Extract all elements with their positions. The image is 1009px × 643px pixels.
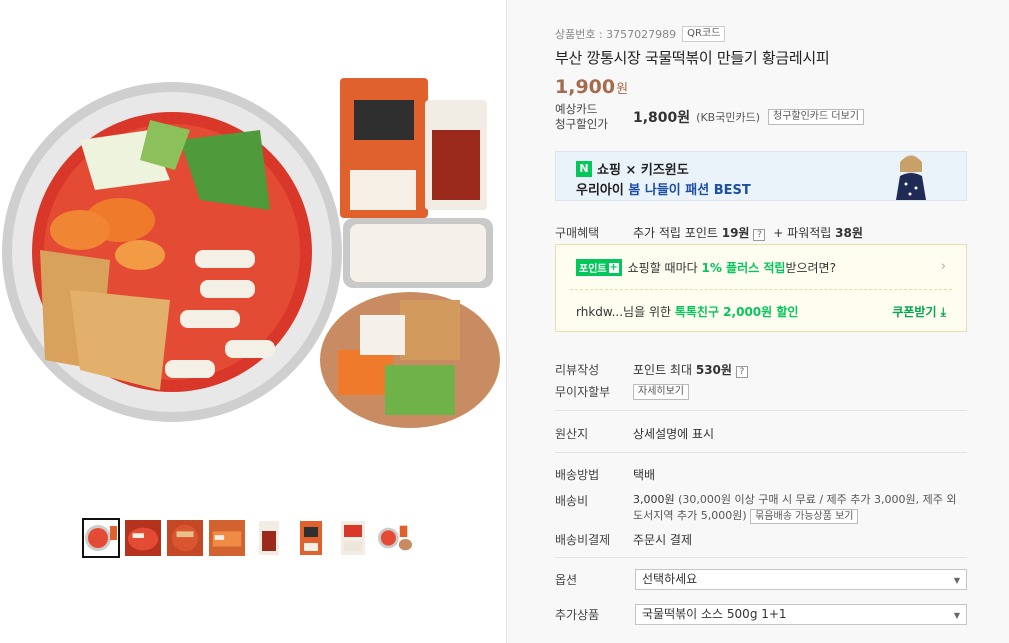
origin-value: 상세설명에 표시 bbox=[633, 427, 715, 441]
promo-banner[interactable]: N 쇼핑 × 키즈윈도 우리아이 봄 나들이 패션 BEST bbox=[555, 151, 967, 201]
benefit-text-mid: + 파워적립 bbox=[769, 226, 836, 240]
kid-model-image bbox=[896, 155, 926, 200]
thumbnail-3[interactable] bbox=[166, 518, 204, 558]
product-info-panel: 상품번호 : 3757027989 QR코드 부산 깡통시장 국물떡볶이 만들기… bbox=[506, 0, 1009, 643]
benefit-points: 19원 bbox=[721, 226, 750, 240]
benefit-value: 추가 적립 포인트 19원? + 파워적립 38원 bbox=[633, 224, 863, 241]
benefit-text-prefix: 추가 적립 포인트 bbox=[633, 226, 722, 240]
divider bbox=[555, 410, 967, 411]
dropdown-arrow-icon: ▼ bbox=[953, 576, 960, 585]
shipping-payment-value: 주문시 결제 bbox=[633, 533, 693, 547]
thumbnail-5[interactable] bbox=[250, 518, 288, 558]
thumbnail-6[interactable] bbox=[292, 518, 330, 558]
main-product-image bbox=[2, 78, 500, 428]
origin-label: 원산지 bbox=[555, 427, 589, 441]
product-image-area bbox=[0, 0, 506, 643]
shipping-method-value: 택배 bbox=[633, 468, 656, 482]
point-benefit-box: 포인트 + 쇼핑할 때마다 1% 플러스 적립 받으려면? › rhkdw...님… bbox=[555, 244, 967, 332]
thumbnail-strip bbox=[82, 518, 414, 558]
option-label: 옵션 bbox=[555, 573, 578, 587]
naver-logo-icon: N bbox=[576, 160, 592, 177]
review-text: 포인트 최대 bbox=[633, 363, 696, 377]
card-discount-row: 예상카드 청구할인가 1,800원 (KB국민카드) 청구할인카드 더보기 bbox=[555, 102, 967, 132]
banner-line2-prefix: 우리아이 bbox=[576, 183, 629, 198]
shipping-fee-amount: 3,000원 bbox=[633, 493, 675, 506]
extra-product-label: 추가상품 bbox=[555, 608, 600, 622]
installment-detail-button[interactable]: 자세히보기 bbox=[633, 383, 689, 400]
point-highlight: 1% 플러스 적립 bbox=[701, 261, 786, 275]
product-number: 상품번호 : 3757027989 bbox=[555, 28, 677, 41]
installment-label: 무이자할부 bbox=[555, 385, 611, 399]
banner-line2: 우리아이 봄 나들이 패션 BEST bbox=[576, 179, 751, 198]
coupon-download-button[interactable]: 쿠폰받기 ⤓ bbox=[892, 303, 946, 320]
user-text: rhkdw...님을 위한 bbox=[576, 305, 675, 319]
banner-line1: N 쇼핑 × 키즈윈도 bbox=[576, 159, 689, 178]
card-name: (KB국민카드) bbox=[696, 111, 760, 124]
friend-discount-highlight: 톡톡친구 2,000원 할인 bbox=[674, 305, 799, 319]
shipping-fee-label: 배송비 bbox=[555, 494, 589, 508]
shipping-payment-row: 배송비결제 주문시 결제 bbox=[555, 531, 967, 548]
product-number-row: 상품번호 : 3757027989 QR코드 bbox=[555, 26, 967, 42]
bundle-shipping-button[interactable]: 묶음배송 가능상품 보기 bbox=[750, 509, 859, 524]
review-label: 리뷰작성 bbox=[555, 363, 600, 377]
banner-line1-text: 쇼핑 × 키즈윈도 bbox=[597, 163, 689, 178]
price-unit: 원 bbox=[616, 82, 629, 97]
point-badge-text: 포인트 bbox=[579, 264, 607, 275]
divider bbox=[570, 289, 952, 290]
extra-product-selected-value: 국물떡볶이 소스 500g 1+1 bbox=[642, 607, 787, 621]
help-icon[interactable]: ? bbox=[753, 229, 766, 241]
origin-row: 원산지 상세설명에 표시 bbox=[555, 425, 967, 442]
power-points: 38원 bbox=[835, 226, 863, 240]
friend-discount-text: rhkdw...님을 위한 톡톡친구 2,000원 할인 bbox=[576, 303, 798, 320]
price-row: 1,900 원 bbox=[555, 76, 967, 98]
product-title: 부산 깡통시장 국물떡볶이 만들기 황금레시피 bbox=[555, 49, 830, 67]
divider bbox=[555, 452, 967, 453]
help-icon[interactable]: ? bbox=[735, 366, 748, 378]
thumbnail-8[interactable] bbox=[376, 518, 414, 558]
card-discount-label: 예상카드 청구할인가 bbox=[555, 102, 633, 132]
shipping-fee-row: 배송비 3,000원 (30,000원 이상 구매 시 무료 / 제주 추가 3… bbox=[555, 492, 967, 524]
thumbnail-4[interactable] bbox=[208, 518, 246, 558]
review-amount: 530원 bbox=[695, 363, 732, 377]
dropdown-arrow-icon: ▼ bbox=[953, 611, 960, 620]
chevron-right-icon[interactable]: › bbox=[941, 259, 946, 274]
extra-product-select[interactable]: 국물떡볶이 소스 500g 1+1 ▼ bbox=[635, 604, 967, 625]
option-select[interactable]: 선택하세요 ▼ bbox=[635, 569, 967, 590]
card-discount-price: 1,800원 bbox=[633, 110, 691, 126]
sale-price: 1,900 bbox=[555, 76, 616, 98]
divider bbox=[555, 557, 967, 558]
card-label-line2: 청구할인가 bbox=[555, 117, 608, 131]
review-row: 리뷰작성 포인트 최대 530원? bbox=[555, 361, 967, 378]
card-more-button[interactable]: 청구할인카드 더보기 bbox=[768, 109, 864, 125]
benefit-label: 구매혜택 bbox=[555, 226, 600, 240]
thumbnail-2[interactable] bbox=[124, 518, 162, 558]
thumbnail-7[interactable] bbox=[334, 518, 372, 558]
option-selected-value: 선택하세요 bbox=[642, 572, 698, 586]
qr-code-button[interactable]: QR코드 bbox=[682, 26, 726, 42]
shipping-fee-value: 3,000원 (30,000원 이상 구매 시 무료 / 제주 추가 3,000… bbox=[633, 492, 967, 524]
purchase-benefit-row: 구매혜택 추가 적립 포인트 19원? + 파워적립 38원 bbox=[555, 224, 967, 241]
point-badge: 포인트 + bbox=[576, 259, 622, 276]
shipping-method-label: 배송방법 bbox=[555, 468, 600, 482]
banner-line2-highlight: 봄 나들이 패션 BEST bbox=[628, 183, 751, 198]
thumbnail-1[interactable] bbox=[82, 518, 120, 558]
shipping-payment-label: 배송비결제 bbox=[555, 533, 611, 547]
card-label-line1: 예상카드 bbox=[555, 102, 598, 116]
review-value: 포인트 최대 530원? bbox=[633, 361, 752, 378]
point-plus-row[interactable]: 포인트 + 쇼핑할 때마다 1% 플러스 적립 받으려면? bbox=[576, 259, 836, 276]
installment-row: 무이자할부 자세히보기 bbox=[555, 383, 967, 400]
shipping-method-row: 배송방법 택배 bbox=[555, 466, 967, 483]
point-text-prefix: 쇼핑할 때마다 bbox=[627, 261, 698, 275]
plus-icon: + bbox=[608, 261, 619, 273]
point-text-suffix: 받으려면? bbox=[785, 261, 836, 275]
